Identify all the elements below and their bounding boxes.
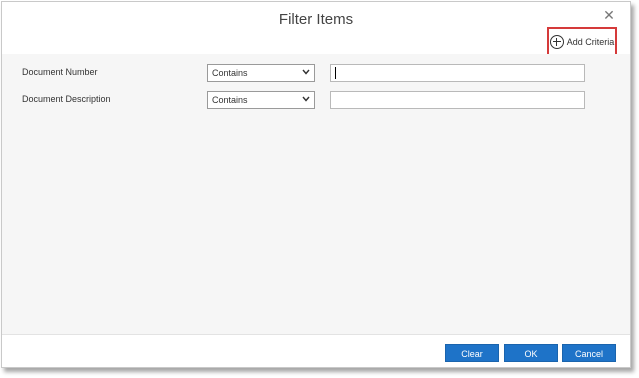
clear-button[interactable]: Clear — [445, 344, 499, 362]
chevron-down-icon — [302, 96, 310, 102]
chevron-down-icon — [302, 69, 310, 75]
field-label-document-number: Document Number — [22, 67, 98, 77]
dialog-title: Filter Items — [278, 11, 354, 28]
value-input-document-number[interactable] — [330, 64, 585, 82]
ok-button[interactable]: OK — [504, 344, 558, 362]
cancel-button[interactable]: Cancel — [562, 344, 616, 362]
filter-items-dialog: Filter Items ✕ Add Criteria Document Num… — [1, 1, 631, 368]
filter-row-document-number: Document Number Contains — [2, 64, 630, 84]
field-label-document-description: Document Description — [22, 94, 111, 104]
operator-value: Contains — [212, 95, 248, 105]
filter-criteria-panel: Document Number Contains Document Descri… — [2, 54, 630, 334]
value-input-document-description[interactable] — [330, 91, 585, 109]
dialog-header: Filter Items ✕ Add Criteria — [2, 2, 630, 57]
dialog-footer: Clear OK Cancel — [2, 334, 630, 367]
add-criteria-label: Add Criteria — [566, 37, 615, 47]
add-criteria-button[interactable]: Add Criteria — [547, 27, 617, 57]
filter-row-document-description: Document Description Contains — [2, 91, 630, 111]
operator-select-document-number[interactable]: Contains — [207, 64, 315, 82]
close-icon[interactable]: ✕ — [602, 8, 616, 22]
operator-select-document-description[interactable]: Contains — [207, 91, 315, 109]
operator-value: Contains — [212, 68, 248, 78]
text-caret — [335, 67, 336, 79]
plus-circle-icon — [549, 35, 564, 49]
